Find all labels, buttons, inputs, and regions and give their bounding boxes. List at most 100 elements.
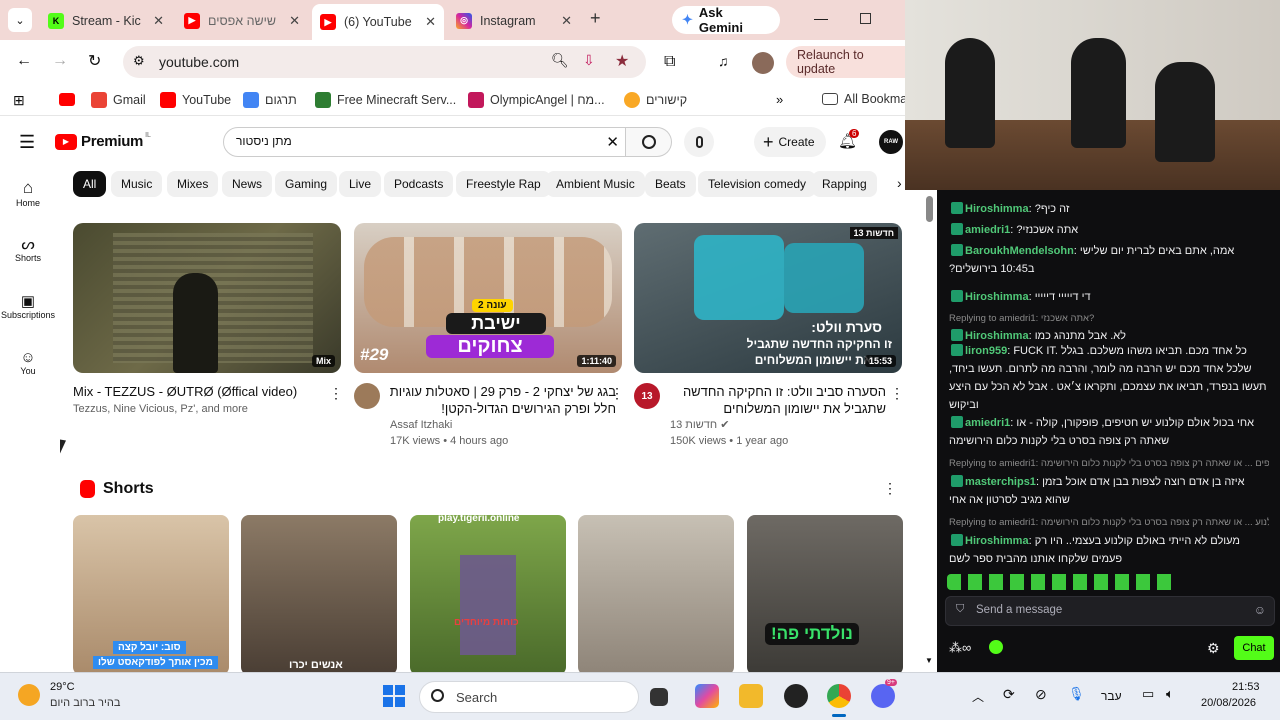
notifications-button[interactable]: 🔔︎ 6 <box>838 129 860 150</box>
settings-gear-icon[interactable]: ⚙ <box>1207 640 1220 657</box>
forward-icon[interactable]: → <box>52 52 68 70</box>
sync-icon[interactable]: ⟳ <box>1003 686 1015 703</box>
more-options-icon[interactable]: ⋮ <box>610 385 624 402</box>
bookmark-minecraft[interactable]: Free Minecraft Serv... <box>315 92 456 108</box>
relaunch-button[interactable]: Relaunch to update <box>786 46 905 78</box>
short-item[interactable] <box>578 515 734 675</box>
chip-news[interactable]: News <box>222 171 273 197</box>
reload-icon[interactable]: ↻ <box>88 51 101 71</box>
bookmarks-overflow-icon[interactable]: » <box>776 92 783 107</box>
page-scrollbar[interactable]: ▼ <box>922 190 937 672</box>
search-input[interactable]: מתן ניסטור <box>236 134 292 148</box>
emoji-icon[interactable]: ☺ <box>1254 603 1266 617</box>
video-thumbnail[interactable]: חדשות 13 סערת וולט: זו החקיקה החדשה שתגב… <box>634 223 902 373</box>
chat-username[interactable]: BaroukhMendelsohn <box>965 245 1074 257</box>
create-button[interactable]: + Create <box>754 127 826 157</box>
apps-grid-icon[interactable]: ⊞ <box>13 92 25 109</box>
copilot-icon[interactable] <box>695 684 719 708</box>
short-item[interactable]: אנשים יכרו <box>241 515 397 675</box>
close-icon[interactable]: ✕ <box>561 13 572 29</box>
chat-username[interactable]: Hiroshimma <box>965 291 1029 303</box>
chip-rapping[interactable]: Rapping <box>812 171 877 197</box>
nav-home[interactable]: ⌂ Home <box>0 178 56 208</box>
nav-subscriptions[interactable]: ▣ Subscriptions <box>0 292 56 320</box>
nav-shorts[interactable]: ᔕ Shorts <box>0 235 56 263</box>
close-icon[interactable]: ✕ <box>425 14 436 30</box>
video-channel[interactable]: ✔ חדשות 13 <box>670 417 729 433</box>
chat-username[interactable]: amiedri1 <box>965 417 1010 429</box>
search-button[interactable] <box>626 127 672 157</box>
search-box[interactable]: מתן ניסטור ✕ <box>223 127 626 157</box>
video-channel[interactable]: Assaf Itzhaki <box>390 417 452 433</box>
tab-instagram[interactable]: ◎ Instagram ✕ <box>448 7 580 34</box>
chip-television-comedy[interactable]: Television comedy <box>698 171 817 197</box>
network-icon[interactable]: ▭ <box>1142 686 1154 702</box>
task-view-icon[interactable] <box>650 688 668 706</box>
nav-you[interactable]: ☺ You <box>0 349 56 376</box>
short-item[interactable]: סוב: יובל קצה מכין אותך לפודקאסט שלו <box>73 515 229 675</box>
chat-username[interactable]: amiedri1 <box>965 224 1010 236</box>
video-title[interactable]: הסערה סביב וולט: זו החקיקה החדשה שתגביל … <box>668 383 886 417</box>
bookmark-links[interactable]: קישורים <box>624 92 687 108</box>
shield-icon[interactable]: ⛉ <box>956 603 964 616</box>
extensions-icon[interactable]: ⧉ <box>664 53 675 71</box>
chat-reply-reference[interactable]: Replying to amiedri1: אתה אשכנזי? <box>949 313 1269 324</box>
bookmark-star-icon[interactable]: ★ <box>615 51 629 71</box>
no-network-icon[interactable]: ⊘ <box>1035 686 1047 703</box>
all-bookmarks[interactable]: All Bookma <box>822 92 907 106</box>
short-item[interactable]: play.tigerii.online כוחות מיוחדים <box>410 515 566 675</box>
chip-beats[interactable]: Beats <box>645 171 696 197</box>
account-avatar[interactable]: RAW <box>879 130 903 154</box>
menu-icon[interactable]: ☰ <box>19 132 35 153</box>
chip-all[interactable]: All <box>73 171 107 197</box>
chip-music[interactable]: Music <box>111 171 163 197</box>
zoom-icon[interactable]: 🔍︎ <box>551 52 569 69</box>
video-channel[interactable]: Tezzus, Nine Vicious, Pz', and more <box>73 401 333 417</box>
video-thumbnail[interactable]: עונה 2 ישיבת צחוקים #29 1:11:40 <box>354 223 622 373</box>
url-text[interactable]: youtube.com <box>159 54 239 70</box>
chrome-icon[interactable] <box>827 684 851 708</box>
input-language[interactable]: עבר <box>1101 689 1122 703</box>
chips-next-icon[interactable]: › <box>893 175 902 191</box>
chip-freestyle-rap[interactable]: Freestyle Rap <box>456 171 551 197</box>
media-icon[interactable]: ♫ <box>718 53 729 69</box>
chat-username[interactable]: Hiroshimma <box>965 330 1029 342</box>
close-icon[interactable]: ✕ <box>289 13 300 29</box>
chip-live[interactable]: Live <box>339 171 382 197</box>
file-explorer-icon[interactable] <box>739 684 763 708</box>
clear-search-icon[interactable]: ✕ <box>606 133 619 151</box>
short-item[interactable]: נולדתי פה! <box>747 515 903 675</box>
voice-search-button[interactable] <box>684 127 714 157</box>
video-title[interactable]: בגג של יצחקי 2 - פרק 29 | סאטלות עוגיות … <box>388 383 616 417</box>
tab-kick[interactable]: K Stream - Kic ✕ <box>40 7 172 34</box>
close-icon[interactable]: ✕ <box>153 13 164 29</box>
scrollbar-thumb[interactable] <box>926 196 933 222</box>
maximize-button[interactable] <box>860 13 871 24</box>
bookmark-youtube[interactable]: YouTube <box>160 92 231 108</box>
chat-username[interactable]: masterchips1 <box>965 476 1036 488</box>
clock-time[interactable]: 21:53 <box>1232 681 1260 693</box>
chip-mixes[interactable]: Mixes <box>167 171 219 197</box>
bookmark-gmail[interactable]: Gmail <box>91 92 146 108</box>
chat-reply-reference[interactable]: Replying to amiedri1: אחי בכול אולם קולנ… <box>949 458 1269 469</box>
bookmark-translate[interactable]: תרגום <box>243 92 297 108</box>
taskbar-search[interactable]: Search <box>419 681 639 713</box>
chip-gaming[interactable]: Gaming <box>275 171 338 197</box>
chip-ambient-music[interactable]: Ambient Music <box>546 171 645 197</box>
chat-username[interactable]: Hiroshimma <box>965 535 1029 547</box>
video-title[interactable]: Mix - TEZZUS - ØUTRØ (Øffical video) <box>73 383 323 400</box>
ask-gemini-button[interactable]: ✦ Ask Gemini <box>672 5 780 35</box>
address-bar[interactable]: ⚙ youtube.com 🔍︎ ⇩ ★ <box>123 46 646 78</box>
minimize-button[interactable]: — <box>814 10 828 26</box>
chat-username[interactable]: Hiroshimma <box>965 203 1029 215</box>
shorts-more-icon[interactable]: ⋮ <box>883 480 897 497</box>
video-thumbnail[interactable]: Mix <box>73 223 341 373</box>
chat-send-button[interactable]: Chat <box>1234 636 1274 660</box>
chat-username[interactable]: liron959 <box>965 345 1007 357</box>
tray-chevron-icon[interactable]: ︿ <box>972 688 984 705</box>
site-info-icon[interactable]: ⚙ <box>133 53 145 69</box>
app-icon[interactable] <box>784 684 808 708</box>
back-icon[interactable]: ← <box>16 52 32 70</box>
start-button[interactable] <box>383 685 405 707</box>
infinity-icon[interactable]: ⁂∞ <box>949 640 971 655</box>
